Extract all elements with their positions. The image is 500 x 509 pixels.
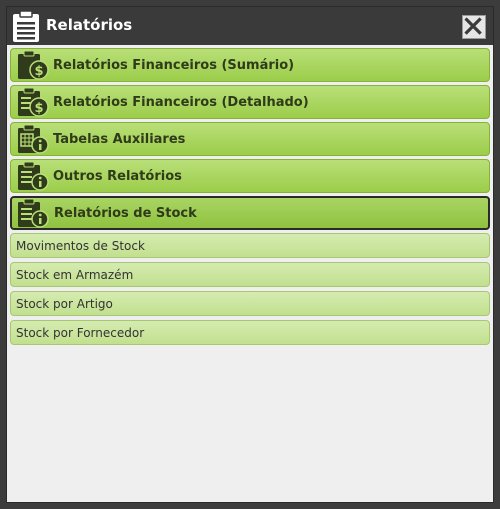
title-bar: Relatórios bbox=[7, 7, 493, 45]
clipboard-list-icon bbox=[13, 10, 39, 42]
category-other-reports[interactable]: Outros Relatórios bbox=[10, 159, 490, 193]
clipboard-info-icon bbox=[18, 198, 49, 228]
category-label: Relatórios Financeiros (Sumário) bbox=[53, 58, 295, 73]
category-auxiliary-tables[interactable]: Tabelas Auxiliares bbox=[10, 122, 490, 156]
subitem-stock-in-warehouse[interactable]: Stock em Armazém bbox=[10, 262, 490, 287]
subitem-label: Stock por Artigo bbox=[16, 297, 113, 311]
svg-text:$: $ bbox=[34, 101, 43, 116]
clipboard-table-info-icon bbox=[18, 124, 49, 154]
category-label: Relatórios Financeiros (Detalhado) bbox=[53, 95, 309, 110]
subitem-stock-by-article[interactable]: Stock por Artigo bbox=[10, 291, 490, 316]
category-label: Relatórios de Stock bbox=[54, 206, 197, 221]
reports-panel: Relatórios $ Relatórios Financeiros (Sum… bbox=[6, 6, 494, 503]
clipboard-info-icon bbox=[18, 161, 49, 191]
window-title: Relatórios bbox=[46, 16, 133, 34]
stock-report-sublist: Movimentos de Stock Stock em Armazém Sto… bbox=[10, 233, 490, 345]
category-financial-detailed[interactable]: $ Relatórios Financeiros (Detalhado) bbox=[10, 85, 490, 119]
svg-text:$: $ bbox=[34, 64, 43, 79]
clipboard-dollar-icon: $ bbox=[18, 50, 49, 80]
category-financial-summary[interactable]: $ Relatórios Financeiros (Sumário) bbox=[10, 48, 490, 82]
category-stock-reports[interactable]: Relatórios de Stock bbox=[10, 196, 490, 230]
category-label: Tabelas Auxiliares bbox=[53, 132, 186, 147]
subitem-label: Stock por Fornecedor bbox=[16, 326, 145, 340]
close-x-icon bbox=[464, 17, 482, 35]
reports-window: Relatórios $ Relatórios Financeiros (Sum… bbox=[0, 0, 500, 509]
subitem-label: Stock em Armazém bbox=[16, 268, 134, 282]
report-category-list: $ Relatórios Financeiros (Sumário) $ Rel… bbox=[10, 48, 490, 349]
close-button[interactable] bbox=[462, 15, 486, 39]
subitem-stock-by-supplier[interactable]: Stock por Fornecedor bbox=[10, 320, 490, 345]
category-label: Outros Relatórios bbox=[53, 169, 182, 184]
subitem-label: Movimentos de Stock bbox=[16, 239, 145, 253]
subitem-stock-movements[interactable]: Movimentos de Stock bbox=[10, 233, 490, 258]
clipboard-dollar-list-icon: $ bbox=[18, 87, 49, 117]
